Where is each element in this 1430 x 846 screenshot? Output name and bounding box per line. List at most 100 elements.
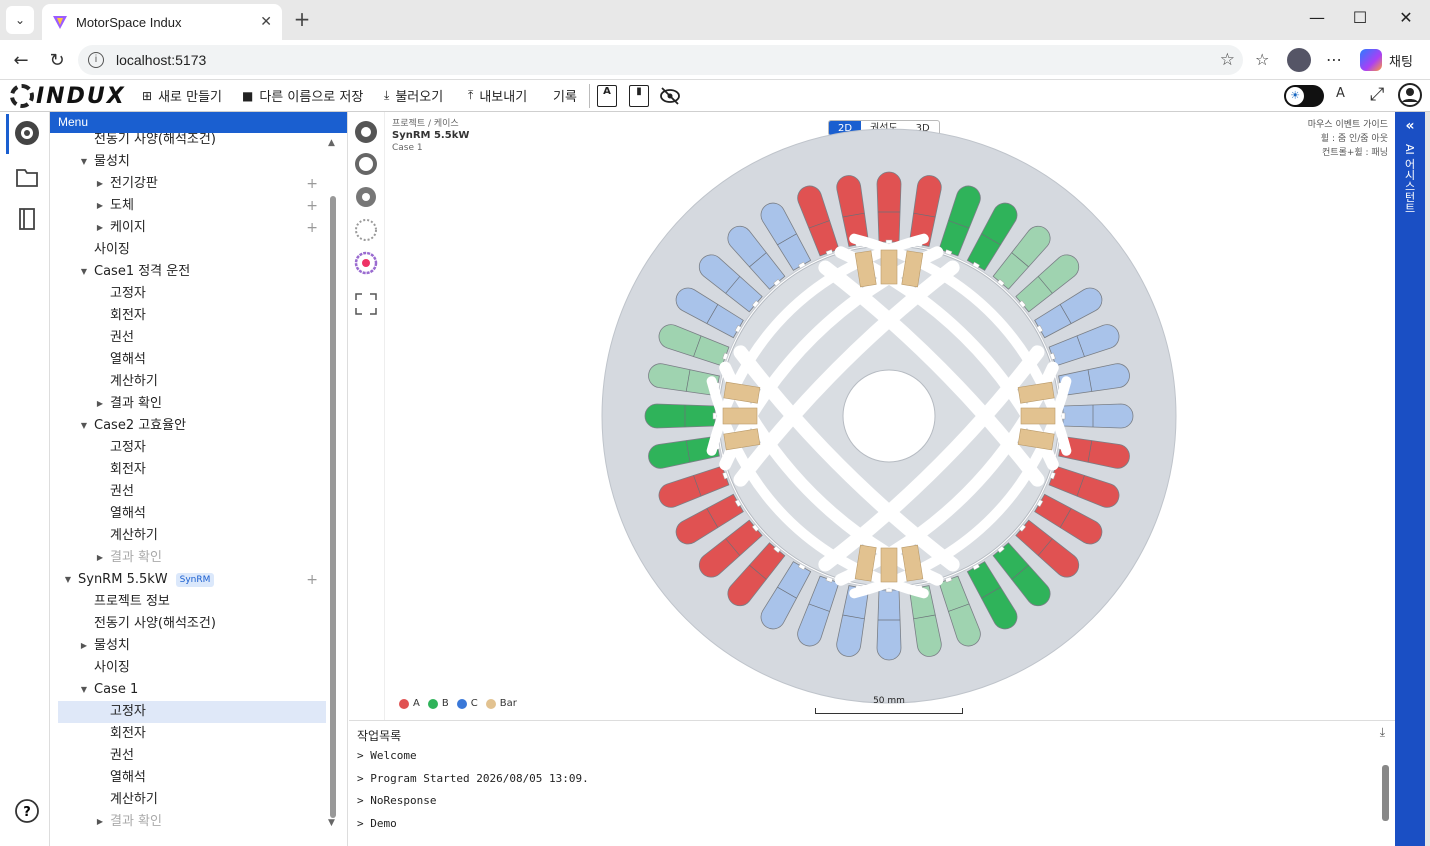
tree-node[interactable]: 사이징 — [50, 239, 326, 261]
minimize-button[interactable]: — — [1307, 8, 1327, 27]
fullscreen-icon[interactable]: ⤢ — [1370, 84, 1384, 105]
user-account-icon[interactable] — [1398, 83, 1422, 107]
tree-node[interactable]: ▶ 결과 확인 — [50, 547, 326, 569]
export-button[interactable]: ⤒ 내보내기 — [468, 86, 527, 105]
caret-down-icon[interactable]: ▼ — [78, 679, 90, 701]
tree-node[interactable]: ▶ 물성치 — [50, 635, 326, 657]
caret-down-icon[interactable]: ▼ — [78, 415, 90, 437]
caret-down-icon[interactable]: ▼ — [62, 569, 74, 591]
site-info-icon[interactable]: i — [88, 52, 104, 68]
tree-node[interactable]: 고정자 — [50, 283, 326, 305]
add-icon[interactable]: + — [306, 569, 318, 591]
tree-node[interactable]: 열해석 — [50, 767, 326, 789]
caret-right-icon[interactable]: ▶ — [94, 195, 106, 217]
window-close-button[interactable]: ✕ — [1396, 8, 1416, 27]
mesh-view-icon[interactable] — [354, 218, 378, 242]
caret-down-icon[interactable]: ▼ — [78, 151, 90, 173]
theme-toggle[interactable]: ☀ — [1284, 85, 1324, 107]
full-model-view-icon[interactable] — [354, 120, 378, 144]
tree-node[interactable]: ▶ 전기강판 + — [50, 173, 326, 195]
project-folder-icon[interactable] — [14, 164, 40, 190]
caret-right-icon[interactable]: ▶ — [94, 393, 106, 415]
address-bar[interactable]: i localhost:5173 ☆ — [78, 45, 1243, 75]
tree-scrollbar[interactable]: ▲ ▼ — [328, 138, 337, 832]
caret-right-icon[interactable]: ▶ — [78, 635, 90, 657]
log-scrollbar[interactable] — [1381, 751, 1391, 841]
tree-node[interactable]: ▶ 케이지 + — [50, 217, 326, 239]
tree-node[interactable]: 계산하기 — [50, 371, 326, 393]
caret-right-icon[interactable]: ▶ — [94, 811, 106, 833]
tree-node[interactable]: 전동기 사양(해석조건) — [50, 133, 326, 151]
maximize-button[interactable]: ☐ — [1350, 8, 1370, 27]
ai-assistant-panel[interactable]: « AI 어시스턴트 — [1395, 112, 1425, 846]
scroll-up-icon[interactable]: ▲ — [328, 138, 335, 148]
caret-right-icon[interactable]: ▶ — [94, 217, 106, 239]
caret-right-icon[interactable]: ▶ — [94, 173, 106, 195]
hide-eye-icon[interactable] — [659, 87, 681, 105]
ai-assistant-label[interactable]: AI 어시스턴트 — [1403, 144, 1417, 213]
help-icon[interactable]: ? — [14, 798, 40, 824]
tree-node[interactable]: 회전자 — [50, 723, 326, 745]
tree-node[interactable]: ▼ Case2 고효율안 — [50, 415, 326, 437]
tree-node[interactable]: ▼ Case1 정격 운전 — [50, 261, 326, 283]
tree-node[interactable]: 회전자 — [50, 459, 326, 481]
chart-report-icon[interactable]: ▮ — [629, 85, 649, 107]
copilot-icon[interactable] — [1360, 49, 1382, 71]
tab-close-icon[interactable]: ✕ — [260, 14, 272, 30]
stator-view-icon[interactable] — [354, 152, 378, 176]
model-canvas[interactable]: 프로젝트 / 케이스 SynRM 5.5kW Case 1 2D 권선도 3D 마우… — [385, 112, 1395, 720]
tree-node[interactable]: 열해석 — [50, 349, 326, 371]
favorites-icon[interactable]: ☆ — [1255, 50, 1269, 69]
tree-node[interactable]: 고정자 — [50, 437, 326, 459]
motor-cross-section[interactable] — [385, 112, 1395, 720]
back-button[interactable]: ← — [10, 50, 32, 71]
tree-scroll-thumb[interactable] — [330, 196, 336, 818]
log-download-icon[interactable]: ⤓ — [1380, 725, 1385, 740]
record-button[interactable]: 기록 — [553, 86, 577, 105]
profile-avatar[interactable] — [1287, 48, 1311, 72]
tree-node[interactable]: ▶ 도체 + — [50, 195, 326, 217]
new-button[interactable]: ⊞ 새로 만들기 — [142, 86, 222, 106]
more-menu-icon[interactable]: ⋯ — [1326, 50, 1342, 69]
log-scroll-thumb[interactable] — [1382, 765, 1389, 821]
language-icon[interactable]: A — [1336, 86, 1345, 101]
tab-list-button[interactable]: ⌄ — [6, 6, 34, 34]
browser-tab[interactable]: MotorSpace Indux ✕ — [42, 4, 282, 40]
rotor-view-icon[interactable] — [354, 185, 378, 209]
add-icon[interactable]: + — [306, 217, 318, 239]
tree-node[interactable]: 권선 — [50, 745, 326, 767]
load-button[interactable]: ⤓ 불러오기 — [384, 86, 443, 105]
tree-node[interactable]: 계산하기 — [50, 525, 326, 547]
add-icon[interactable]: + — [306, 173, 318, 195]
tree-node[interactable]: 열해석 — [50, 503, 326, 525]
dxf-icon[interactable]: A — [597, 85, 617, 107]
tree-node[interactable]: 고정자 — [58, 701, 326, 723]
motor-model-icon[interactable] — [14, 120, 40, 146]
fit-view-icon[interactable] — [354, 292, 378, 316]
tree-node[interactable]: 회전자 — [50, 305, 326, 327]
save-as-button[interactable]: ■ 다른 이름으로 저장 — [242, 86, 363, 106]
tree-node[interactable]: ▼ 물성치 — [50, 151, 326, 173]
winding-view-icon[interactable] — [354, 251, 378, 275]
scroll-down-icon[interactable]: ▼ — [328, 818, 335, 828]
chat-label[interactable]: 채팅 — [1389, 51, 1413, 70]
add-icon[interactable]: + — [306, 195, 318, 217]
new-tab-button[interactable]: + — [290, 8, 314, 32]
bookmark-star-icon[interactable]: ☆ — [1220, 50, 1235, 70]
tree-node[interactable]: 권선 — [50, 481, 326, 503]
tree-node[interactable]: 권선 — [50, 327, 326, 349]
tree-node[interactable]: ▶ 결과 확인 — [50, 393, 326, 415]
tree-node[interactable]: ▶ 결과 확인 — [50, 811, 326, 833]
tree-node[interactable]: 프로젝트 정보 — [50, 591, 326, 613]
tree-node[interactable]: ▼ SynRM 5.5kW SynRM + — [50, 569, 326, 591]
expand-chevron-icon[interactable]: « — [1395, 118, 1425, 134]
tree-node[interactable]: 전동기 사양(해석조건) — [50, 613, 326, 635]
reload-button[interactable]: ↻ — [46, 50, 68, 71]
caret-down-icon[interactable]: ▼ — [78, 261, 90, 283]
tree-node[interactable]: 계산하기 — [50, 789, 326, 811]
tree-node[interactable]: 사이징 — [50, 657, 326, 679]
library-book-icon[interactable] — [14, 206, 40, 232]
tree-node-label: 열해석 — [110, 770, 146, 785]
tree-node[interactable]: ▼ Case 1 — [50, 679, 326, 701]
caret-right-icon[interactable]: ▶ — [94, 547, 106, 569]
